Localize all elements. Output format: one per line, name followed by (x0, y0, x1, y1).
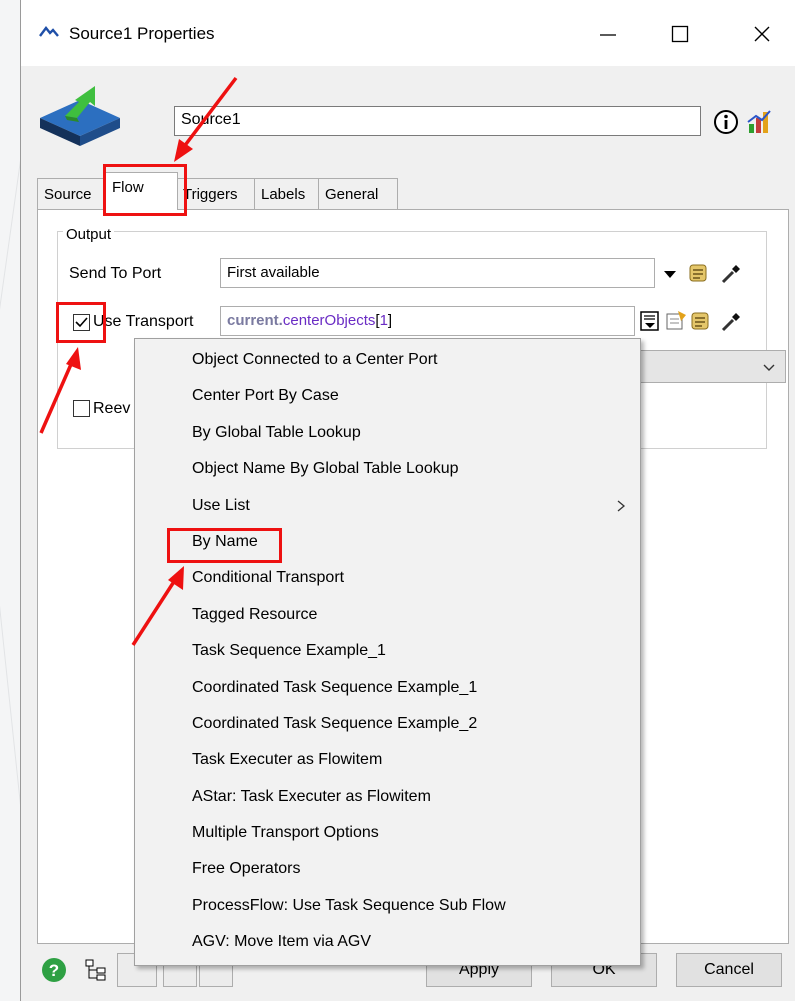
dropdown-arrow-icon[interactable] (658, 262, 682, 286)
minimize-icon (600, 34, 616, 36)
maximize-button[interactable] (653, 14, 707, 54)
chevron-down-icon (763, 364, 775, 371)
submenu-arrow-icon (617, 500, 626, 512)
menu-item-conditional-transport[interactable]: Conditional Transport (135, 561, 640, 597)
menu-item-task-sequence-example-1[interactable]: Task Sequence Example_1 (135, 634, 640, 670)
code-index: 1 (379, 312, 388, 329)
menu-item-use-list[interactable]: Use List (135, 489, 640, 525)
app-icon (39, 26, 59, 37)
minimize-button[interactable] (581, 14, 635, 54)
title-bar: Source1 Properties (21, 0, 795, 66)
menu-item-center-port-by-case[interactable]: Center Port By Case (135, 379, 640, 415)
transport-code-field[interactable]: current.centerObjects[1] (220, 306, 635, 336)
use-transport-checkbox[interactable] (73, 314, 90, 331)
object-name-input[interactable]: Source1 (174, 106, 701, 136)
source-object-icon (40, 86, 120, 146)
menu-item-task-executer-as-flowitem[interactable]: Task Executer as Flowitem (135, 743, 640, 779)
code-keyword: current. (227, 312, 283, 329)
menu-item-object-name-by-global-table-lookup[interactable]: Object Name By Global Table Lookup (135, 452, 640, 488)
tab-general[interactable]: General (318, 178, 398, 210)
menu-item-by-name[interactable]: By Name (135, 525, 640, 561)
tab-flow[interactable]: Flow (105, 172, 178, 210)
window-title: Source1 Properties (69, 24, 215, 43)
menu-item-object-connected-center-port[interactable]: Object Connected to a Center Port (135, 343, 640, 379)
menu-item-coordinated-task-sequence-example-2[interactable]: Coordinated Task Sequence Example_2 (135, 707, 640, 743)
menu-item-use-list-label: Use List (192, 497, 250, 514)
menu-item-by-global-table-lookup[interactable]: By Global Table Lookup (135, 416, 640, 452)
close-icon (754, 26, 770, 42)
info-icon[interactable] (713, 109, 739, 135)
template-dropdown-icon[interactable] (638, 309, 662, 333)
tab-triggers[interactable]: Triggers (176, 178, 256, 210)
reevaluate-label: Reev (93, 400, 131, 417)
send-to-port-field[interactable]: First available (220, 258, 655, 288)
use-transport-label: Use Transport (93, 313, 194, 330)
tab-source[interactable]: Source (37, 178, 107, 210)
menu-item-free-operators[interactable]: Free Operators (135, 852, 640, 888)
tab-labels[interactable]: Labels (254, 178, 320, 210)
menu-item-astar-task-executer-as-flowitem[interactable]: AStar: Task Executer as Flowitem (135, 780, 640, 816)
code-member: centerObjects (282, 312, 376, 329)
sampler-eyedropper-icon[interactable] (719, 261, 743, 285)
cancel-button[interactable]: Cancel (676, 953, 782, 987)
code-bracket-close: ] (387, 312, 393, 329)
reevaluate-checkbox[interactable] (73, 400, 90, 417)
output-group-label: Output (63, 226, 115, 243)
script-edit-icon-2[interactable] (688, 309, 712, 333)
menu-item-processflow-use-task-sequence-sub-flow[interactable]: ProcessFlow: Use Task Sequence Sub Flow (135, 889, 640, 925)
menu-item-agv-move-item-via-agv[interactable]: AGV: Move Item via AGV (135, 925, 640, 961)
menu-item-tagged-resource[interactable]: Tagged Resource (135, 598, 640, 634)
script-edit-icon[interactable] (686, 261, 710, 285)
menu-item-multiple-transport-options[interactable]: Multiple Transport Options (135, 816, 640, 852)
tree-view-icon[interactable] (83, 957, 109, 983)
checkmark-icon (75, 317, 88, 328)
close-button[interactable] (735, 14, 789, 54)
help-icon[interactable]: ? (41, 957, 67, 983)
properties-sheet-icon[interactable] (664, 309, 688, 333)
svg-text:?: ? (49, 961, 59, 980)
send-to-port-label: Send To Port (69, 265, 162, 282)
sampler-eyedropper-icon-2[interactable] (719, 309, 743, 333)
statistics-chart-icon[interactable] (746, 108, 774, 136)
maximize-icon (671, 25, 689, 43)
menu-item-coordinated-task-sequence-example-1[interactable]: Coordinated Task Sequence Example_1 (135, 671, 640, 707)
transport-options-menu: Object Connected to a Center Port Center… (134, 338, 641, 966)
